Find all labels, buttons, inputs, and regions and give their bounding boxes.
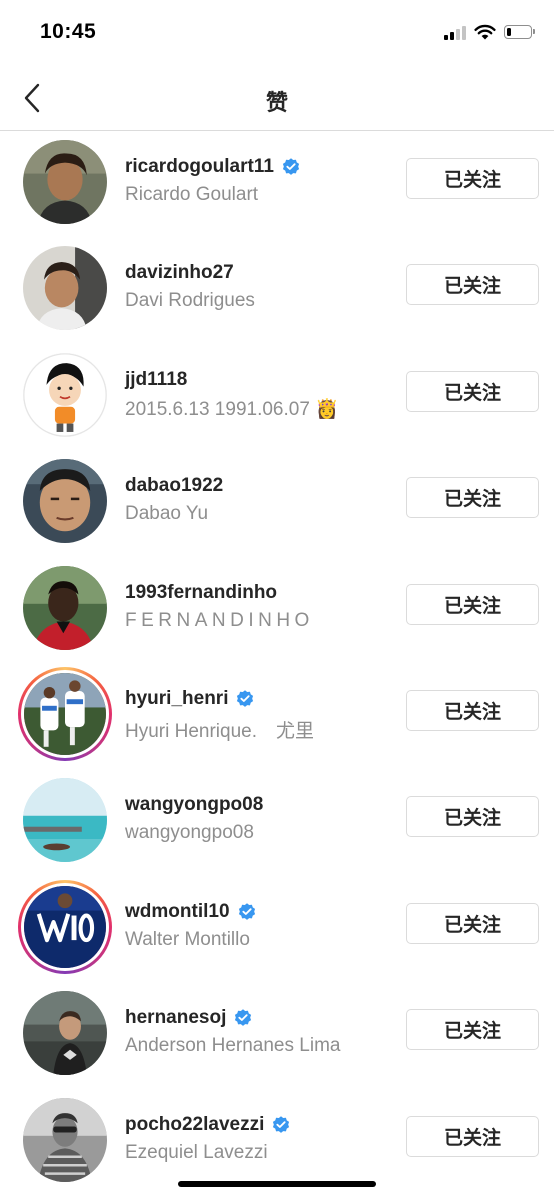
- username[interactable]: hyuri_henri: [125, 688, 228, 710]
- full-name: Hyuri Henrique. 尤里: [125, 720, 314, 742]
- page-title: 赞: [265, 90, 288, 115]
- likes-user-list: ricardogoulart11 Ricardo Goulart 已关注 dav…: [0, 131, 554, 1195]
- following-button[interactable]: 已关注: [406, 583, 539, 625]
- full-name: Ricardo Goulart: [125, 184, 259, 205]
- avatar[interactable]: [23, 246, 107, 331]
- user-row[interactable]: hernanesoj Anderson Hernanes Lima 已关注: [0, 982, 554, 1088]
- user-row[interactable]: 1993fernandinho FERNANDINHO 已关注: [0, 557, 554, 663]
- user-row[interactable]: wdmontil10 Walter Montillo 已关注: [0, 876, 554, 982]
- username[interactable]: wdmontil10: [125, 901, 230, 923]
- username[interactable]: pocho22lavezzi: [125, 1114, 264, 1136]
- user-row[interactable]: ricardogoulart11 Ricardo Goulart 已关注: [0, 131, 554, 237]
- status-bar: 10:45: [0, 0, 554, 66]
- following-button[interactable]: 已关注: [406, 689, 539, 731]
- username[interactable]: davizinho27: [125, 262, 234, 284]
- battery-icon: [504, 25, 535, 39]
- verified-badge-icon: [282, 158, 299, 175]
- username[interactable]: 1993fernandinho: [125, 582, 277, 604]
- avatar[interactable]: [23, 565, 107, 650]
- username[interactable]: wangyongpo08: [125, 794, 263, 816]
- home-indicator[interactable]: [178, 1181, 376, 1187]
- user-row[interactable]: wangyongpo08 wangyongpo08 已关注: [0, 769, 554, 875]
- user-row[interactable]: dabao1922 Dabao Yu 已关注: [0, 450, 554, 556]
- verified-badge-icon: [238, 902, 255, 920]
- status-icons: [444, 24, 535, 40]
- verified-badge-icon: [237, 690, 254, 707]
- avatar[interactable]: [23, 352, 107, 437]
- following-button[interactable]: 已关注: [406, 902, 539, 944]
- full-name: Davi Rodrigues: [125, 290, 255, 312]
- full-name: Walter Montillo: [125, 928, 250, 950]
- avatar-with-story-ring[interactable]: [18, 879, 112, 974]
- username[interactable]: hernanesoj: [125, 1007, 226, 1029]
- navigation-bar: 赞: [0, 66, 554, 131]
- avatar[interactable]: [23, 991, 107, 1076]
- avatar[interactable]: [23, 1097, 107, 1182]
- full-name: Ezequiel Lavezzi: [125, 1141, 268, 1163]
- verified-badge-icon: [235, 1009, 252, 1026]
- full-name: 2015.6.13 1991.06.07 👸: [125, 398, 339, 420]
- following-button[interactable]: 已关注: [406, 477, 539, 519]
- user-row[interactable]: hyuri_henri Hyuri Henrique. 尤里 已关注: [0, 663, 554, 769]
- user-row[interactable]: davizinho27 Davi Rodrigues 已关注: [0, 237, 554, 343]
- verified-badge-icon: [273, 1115, 290, 1133]
- username[interactable]: ricardogoulart11: [125, 156, 274, 178]
- following-button[interactable]: 已关注: [406, 264, 539, 306]
- following-button[interactable]: 已关注: [406, 370, 539, 412]
- avatar[interactable]: [23, 778, 107, 863]
- following-button[interactable]: 已关注: [406, 158, 539, 199]
- user-row[interactable]: pocho22lavezzi Ezequiel Lavezzi 已关注: [0, 1089, 554, 1195]
- following-button[interactable]: 已关注: [406, 1009, 539, 1051]
- avatar[interactable]: [23, 459, 107, 544]
- following-button[interactable]: 已关注: [406, 796, 539, 838]
- following-button[interactable]: 已关注: [406, 1115, 539, 1157]
- status-time: 10:45: [40, 20, 97, 43]
- user-row[interactable]: jjd1118 2015.6.13 1991.06.07 👸 已关注: [0, 344, 554, 450]
- avatar-with-story-ring[interactable]: [18, 666, 112, 761]
- full-name: Dabao Yu: [125, 503, 209, 525]
- username[interactable]: dabao1922: [125, 475, 223, 497]
- wifi-icon: [474, 24, 496, 40]
- username[interactable]: jjd1118: [125, 369, 187, 391]
- avatar[interactable]: [23, 140, 107, 224]
- full-name: wangyongpo08: [125, 822, 254, 844]
- full-name: FERNANDINHO: [125, 609, 314, 631]
- cellular-signal-icon: [444, 24, 466, 40]
- full-name: Anderson Hernanes Lima: [125, 1035, 341, 1057]
